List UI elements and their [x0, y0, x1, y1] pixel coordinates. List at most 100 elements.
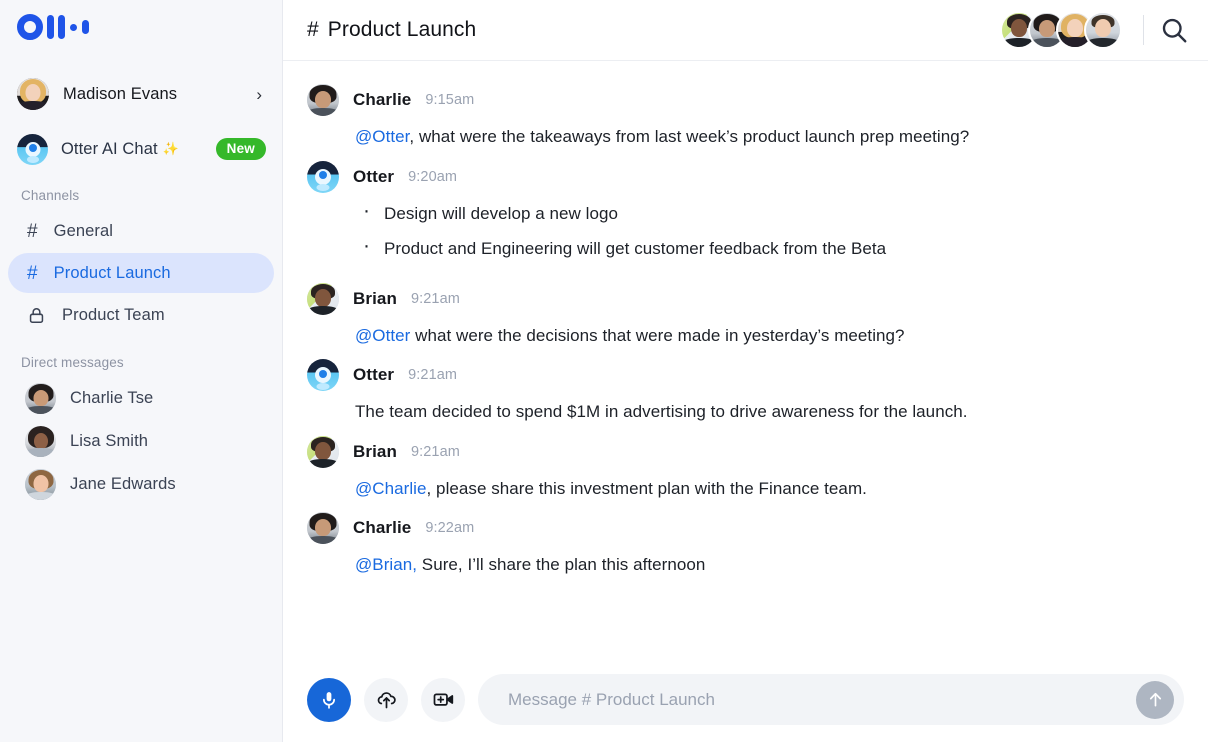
- message-body: @Brian, Sure, I’ll share the plan this a…: [307, 545, 1184, 578]
- message-input[interactable]: [508, 689, 1136, 710]
- message-timestamp: 9:20am: [408, 168, 458, 185]
- cloud-upload-icon[interactable]: [364, 677, 408, 722]
- list-item: Product and Engineering will get custome…: [355, 233, 1184, 272]
- message-author: Otter: [353, 166, 395, 186]
- message-item: Otter 9:20am Design will develop a new l…: [307, 160, 1184, 272]
- otter-logo-ring-icon: [17, 14, 43, 40]
- header-divider: [1143, 15, 1144, 45]
- message-text: The team decided to spend $1M in adverti…: [355, 402, 968, 421]
- sidebar-item-label: Product Team: [62, 305, 165, 324]
- sidebar-item-product-team[interactable]: Product Team: [8, 295, 274, 335]
- otter-ai-chat-text: Otter AI Chat: [61, 139, 158, 158]
- message-body: @Otter what were the decisions that were…: [307, 316, 1184, 349]
- message-header: Otter 9:20am: [307, 160, 1184, 194]
- app-window: Madison Evans › Otter AI Chat ✨ New Chan…: [0, 0, 1208, 742]
- avatar: [307, 435, 339, 468]
- sidebar-item-general[interactable]: # General: [8, 211, 274, 251]
- sidebar-item-product-launch[interactable]: # Product Launch: [8, 253, 274, 293]
- microphone-icon[interactable]: [307, 677, 351, 722]
- otter-ai-chat-label: Otter AI Chat ✨: [61, 140, 203, 159]
- avatar: [307, 282, 339, 315]
- mention-link[interactable]: @Otter: [355, 326, 410, 345]
- member-avatar-stack[interactable]: [1000, 11, 1122, 49]
- current-user-name: Madison Evans: [63, 84, 178, 103]
- message-body: @Otter, what were the takeaways from las…: [307, 117, 1184, 150]
- message-item: Otter 9:21am The team decided to spend $…: [307, 358, 1184, 425]
- avatar: [307, 512, 339, 544]
- message-header: Otter 9:21am: [307, 358, 1184, 392]
- chevron-right-icon[interactable]: ›: [256, 86, 262, 103]
- message-text: what were the decisions that were made i…: [410, 325, 905, 345]
- message-header: Charlie 9:15am: [307, 83, 1184, 117]
- page-title: # Product Launch: [307, 18, 476, 42]
- sidebar-item-label: Product Launch: [53, 263, 171, 282]
- add-video-icon[interactable]: [421, 677, 465, 722]
- otter-avatar: [307, 160, 339, 193]
- channel-title-text: Product Launch: [327, 18, 477, 41]
- message-body: Design will develop a new logo Product a…: [307, 194, 1184, 272]
- message-author: Brian: [353, 288, 397, 308]
- sidebar-item-jane-edwards[interactable]: Jane Edwards: [8, 463, 274, 505]
- send-button[interactable]: [1136, 680, 1174, 719]
- logo-area: [0, 0, 282, 60]
- message-timestamp: 9:21am: [408, 367, 458, 383]
- sparkles-icon: ✨: [162, 141, 179, 156]
- message-author: Brian: [353, 441, 397, 461]
- message-thread[interactable]: Charlie 9:15am @Otter, what were the tak…: [283, 61, 1208, 665]
- message-text: , what were the takeaways from last week…: [409, 127, 970, 146]
- otter-logo-bar-icon: [47, 15, 54, 39]
- mention-link[interactable]: @Charlie: [355, 479, 427, 498]
- sidebar-item-label: Lisa Smith: [70, 431, 149, 450]
- bullet-list: Design will develop a new logo Product a…: [355, 198, 1184, 272]
- sidebar-item-charlie-tse[interactable]: Charlie Tse: [8, 377, 274, 419]
- avatar: [25, 382, 56, 414]
- mention-link[interactable]: @Brian,: [355, 555, 417, 574]
- avatar: [17, 78, 49, 110]
- avatar: [25, 468, 56, 500]
- otter-logo-dot-icon: [70, 23, 77, 31]
- message-text: Sure, I’ll share the plan this afternoon: [417, 555, 706, 574]
- message-header: Charlie 9:22am: [307, 511, 1184, 545]
- message-header: Brian 9:21am: [307, 435, 1184, 469]
- otter-logo[interactable]: [17, 14, 282, 40]
- otter-logo-bar-icon: [58, 15, 65, 39]
- avatar: [307, 84, 339, 116]
- dm-section-label: Direct messages: [21, 355, 124, 370]
- message-body: @Charlie, please share this investment p…: [307, 469, 1184, 502]
- lock-icon: [27, 306, 46, 325]
- message-header: Brian 9:21am: [307, 282, 1184, 316]
- sidebar-item-label: General: [53, 221, 114, 240]
- avatar: [25, 425, 56, 457]
- message-timestamp: 9:21am: [410, 290, 460, 307]
- message-author: Charlie: [353, 90, 412, 109]
- sidebar: Madison Evans › Otter AI Chat ✨ New Chan…: [0, 0, 283, 742]
- message-timestamp: 9:22am: [425, 520, 475, 536]
- message-body: The team decided to spend $1M in adverti…: [307, 392, 1184, 425]
- otter-avatar: [17, 133, 48, 165]
- message-item: Brian 9:21am @Charlie, please share this…: [307, 435, 1184, 502]
- message-timestamp: 9:21am: [410, 443, 460, 460]
- message-item: Brian 9:21am @Otter what were the decisi…: [307, 282, 1184, 349]
- sidebar-item-lisa-smith[interactable]: Lisa Smith: [8, 420, 274, 462]
- message-author: Otter: [353, 365, 395, 384]
- sidebar-item-label: Charlie Tse: [70, 388, 154, 407]
- hash-icon: #: [27, 262, 38, 284]
- avatar: [1084, 11, 1122, 49]
- status-badge-new: New: [215, 138, 266, 160]
- message-author: Charlie: [353, 518, 412, 537]
- hash-icon: #: [307, 18, 319, 41]
- hash-icon: #: [27, 220, 38, 242]
- message-item: Charlie 9:15am @Otter, what were the tak…: [307, 83, 1184, 150]
- otter-logo-bar-short-icon: [82, 20, 89, 34]
- channel-header: # Product Launch: [283, 0, 1208, 61]
- sidebar-item-label: Jane Edwards: [70, 474, 176, 493]
- sidebar-item-otter-ai-chat[interactable]: Otter AI Chat ✨ New: [0, 128, 282, 170]
- sidebar-item-current-user[interactable]: Madison Evans ›: [0, 72, 282, 116]
- message-input-wrapper[interactable]: [478, 674, 1184, 725]
- list-item: Design will develop a new logo: [355, 198, 1184, 237]
- otter-avatar: [307, 359, 339, 391]
- message-composer: [283, 665, 1208, 742]
- message-timestamp: 9:15am: [425, 92, 475, 108]
- mention-link[interactable]: @Otter: [355, 127, 409, 146]
- search-icon[interactable]: [1159, 15, 1189, 45]
